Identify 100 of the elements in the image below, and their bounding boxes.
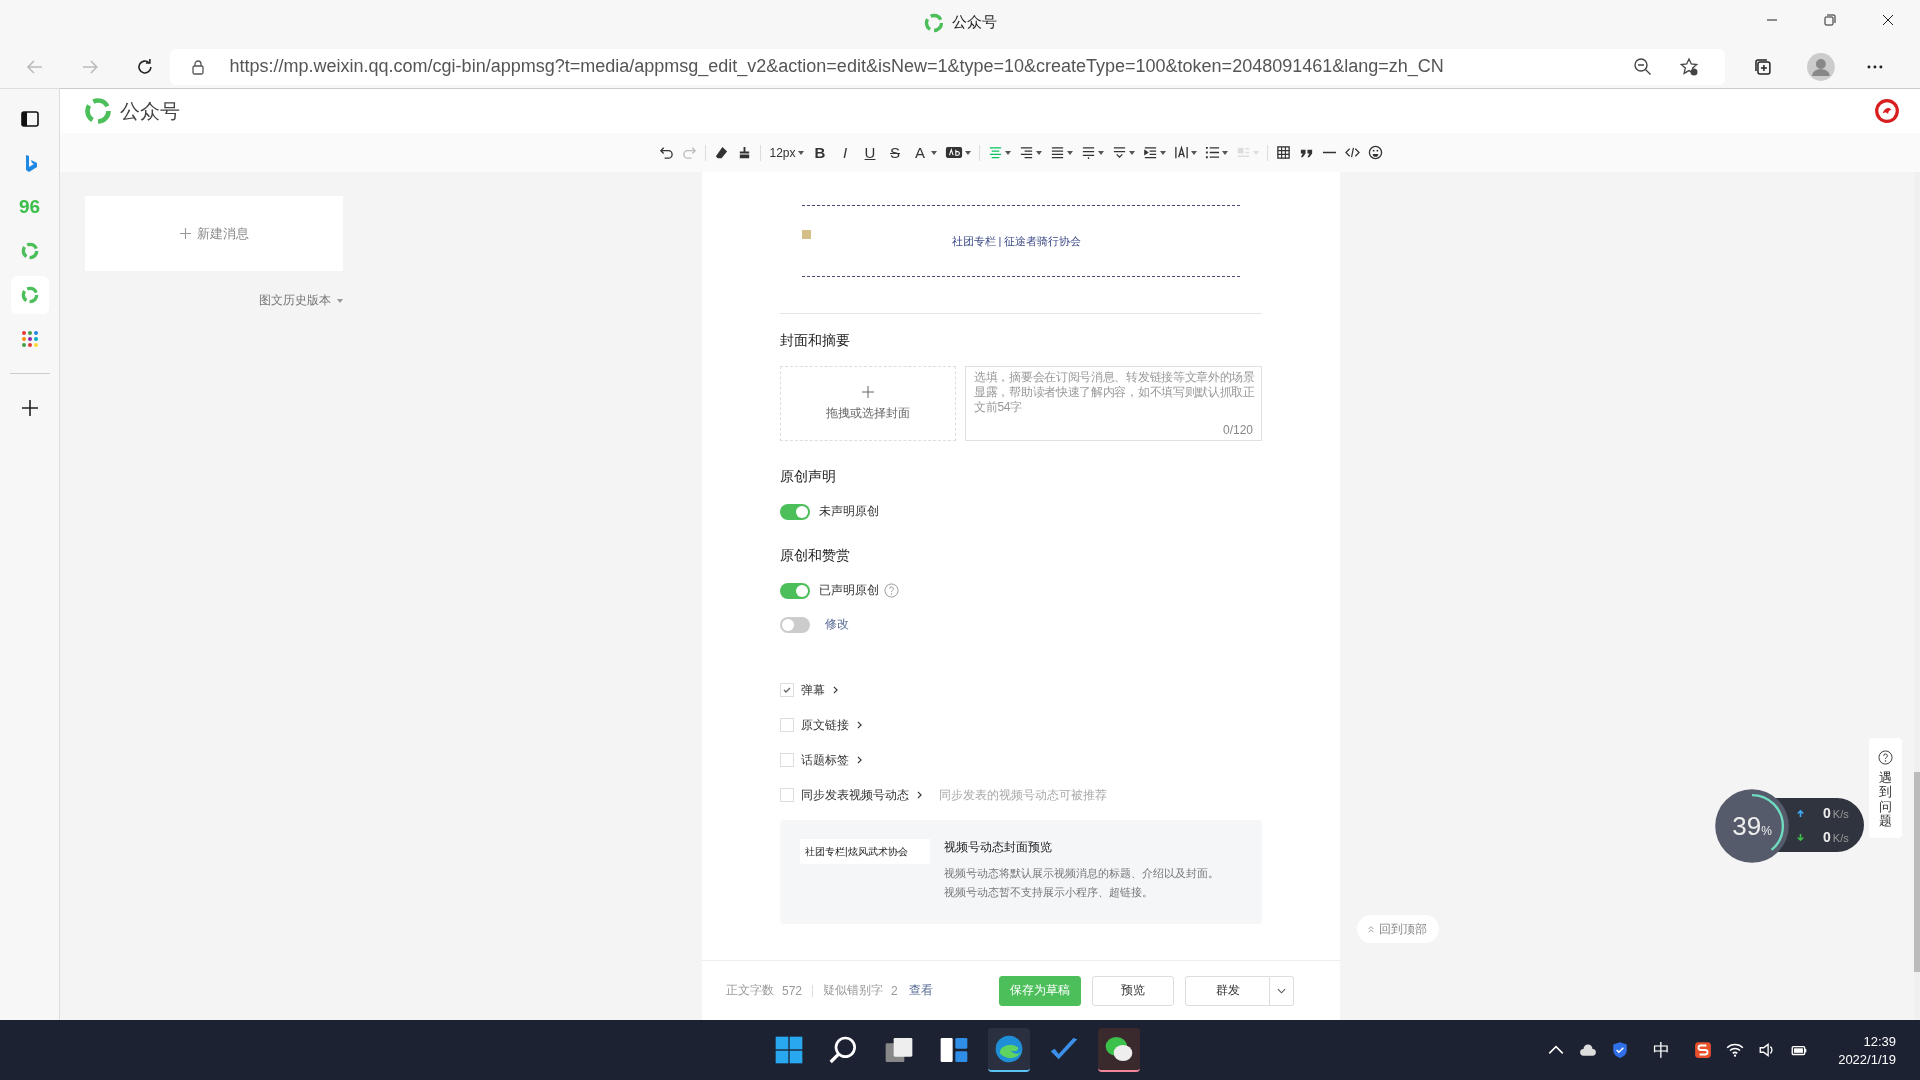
upload-hint: 拖拽或选择封面	[826, 404, 910, 422]
section-title: 原创声明	[780, 468, 837, 486]
restore-icon[interactable]	[1824, 14, 1836, 26]
letter-spacing-icon[interactable]	[1173, 145, 1189, 160]
upload-arrow-icon	[1796, 809, 1805, 818]
checkbox[interactable]	[780, 718, 794, 732]
caret-icon[interactable]	[797, 149, 804, 156]
font-color-button[interactable]: A	[911, 144, 929, 161]
toggle-switch[interactable]	[780, 616, 810, 633]
wifi-icon[interactable]	[1726, 1041, 1745, 1059]
caret-icon[interactable]	[1097, 149, 1104, 156]
checkbox[interactable]	[780, 683, 794, 697]
caret-icon[interactable]	[1004, 149, 1011, 156]
section-title: 封面和摘要	[780, 332, 851, 350]
add-icon[interactable]	[19, 398, 40, 418]
caret-icon[interactable]	[1159, 149, 1166, 156]
highlight-icon[interactable]	[944, 145, 963, 160]
caret-icon	[1277, 987, 1286, 994]
close-icon[interactable]	[1882, 14, 1894, 26]
preview-button[interactable]: 预览	[1092, 975, 1174, 1006]
option-label[interactable]: 原文链接	[801, 716, 849, 734]
browser-icon[interactable]	[993, 1033, 1025, 1065]
code-icon[interactable]	[1344, 145, 1360, 160]
clock-date[interactable]: 2022/1/19	[1838, 1051, 1896, 1067]
plus-icon	[862, 385, 874, 398]
publish-button[interactable]: 群发	[1185, 975, 1270, 1006]
toggle-switch[interactable]	[780, 503, 810, 520]
font-size-select[interactable]: 12px	[769, 145, 796, 160]
caret-icon[interactable]	[1128, 149, 1135, 156]
paragraph-spacing-icon[interactable]	[1111, 145, 1127, 160]
clock-time[interactable]: 12:39	[1863, 1033, 1896, 1049]
account-avatar-icon[interactable]	[1874, 98, 1900, 124]
caret-icon[interactable]	[1035, 149, 1042, 156]
checkbox[interactable]	[780, 753, 794, 767]
thumbnail-title: 社团专栏|炫风武术协会	[800, 839, 930, 864]
chevron-right-icon[interactable]	[917, 791, 922, 799]
apps-grid-icon[interactable]	[19, 329, 40, 349]
caret-icon[interactable]	[964, 149, 971, 156]
download-arrow-icon	[1796, 833, 1805, 842]
caret-icon[interactable]	[1190, 149, 1197, 156]
upload-rate: 0	[1823, 805, 1831, 821]
summary-field[interactable]: 选填，摘要会在订阅号消息、转发链接等文章外的场景显露，帮助读者快速了解内容，如不填写则默认抓取正文前54字 0/120	[965, 366, 1262, 441]
underline-button[interactable]: U	[861, 144, 879, 161]
double-chevron-up-icon	[1367, 925, 1375, 933]
chevron-right-icon[interactable]	[857, 721, 862, 729]
new-message-card[interactable]: 新建消息	[85, 196, 343, 271]
table-icon[interactable]	[1275, 145, 1291, 160]
checkbox[interactable]	[780, 788, 794, 802]
scrollbar-thumb[interactable]	[1914, 772, 1920, 972]
plus-icon	[179, 228, 191, 239]
collections-icon[interactable]	[1752, 56, 1773, 77]
chevron-right-icon[interactable]	[857, 756, 862, 764]
address-bar[interactable]: https://mp.weixin.qq.com/cgi-bin/appmsg?t=media/appmsg_edit_v2&action=edit&isNew=1&type=10&createType=100&token=2048091461&lang=zh_CN	[169, 48, 1725, 85]
download-rate: 0	[1823, 829, 1831, 845]
caret-icon[interactable]	[1066, 149, 1073, 156]
help-widget[interactable]: 遇到问题	[1869, 738, 1902, 839]
align-right-icon[interactable]	[1018, 145, 1034, 160]
profile-avatar-icon[interactable]	[1807, 52, 1836, 81]
option-label[interactable]: 弹幕	[801, 681, 825, 699]
shield-icon[interactable]	[1611, 1041, 1630, 1059]
emoji-icon[interactable]	[1367, 145, 1383, 160]
history-versions-link[interactable]: 图文历史版本	[259, 292, 331, 309]
preview-description: 视频号动态暂不支持展示小程序、超链接。	[944, 885, 1154, 900]
brand-logo-icon	[84, 97, 112, 125]
start-icon[interactable]	[773, 1034, 805, 1066]
strikethrough-button[interactable]: S	[886, 144, 904, 161]
favorite-icon[interactable]	[1678, 56, 1699, 77]
option-label[interactable]: 话题标签	[801, 751, 849, 769]
line-spacing-icon[interactable]	[1080, 145, 1096, 160]
chevron-right-icon[interactable]	[833, 686, 838, 694]
caret-icon[interactable]	[1221, 149, 1228, 156]
toggle-switch[interactable]	[780, 582, 810, 599]
italic-button[interactable]: I	[836, 144, 854, 161]
undo-icon[interactable]	[659, 145, 675, 160]
cover-upload-area[interactable]: 拖拽或选择封面	[780, 366, 956, 441]
zoom-out-icon[interactable]	[1632, 56, 1653, 77]
word-count-label: 正文字数	[726, 982, 774, 999]
toggle-label: 未声明原创	[819, 503, 879, 520]
input-method-icon[interactable]	[1694, 1041, 1713, 1059]
character-counter: 0/120	[1222, 423, 1253, 437]
back-to-top-button[interactable]: 回到顶部	[1357, 915, 1439, 943]
caret-icon[interactable]	[930, 149, 937, 156]
preview-description: 视频号动态将默认展示视频消息的标题、介绍以及封面。	[944, 866, 1220, 881]
article-list-item: 社团专栏 | 征途者骑行协会	[950, 233, 1083, 249]
option-label[interactable]: 同步发表视频号动态	[801, 786, 909, 804]
eraser-icon[interactable]	[714, 145, 730, 160]
toggle-label: 已声明原创	[819, 582, 879, 599]
input-method-indicator[interactable]: 中	[1653, 1038, 1671, 1062]
tabs-icon[interactable]	[19, 109, 40, 129]
bullet-square	[802, 229, 811, 239]
cloud-icon[interactable]	[1579, 1041, 1598, 1059]
bold-button[interactable]: B	[811, 144, 829, 161]
list-icon[interactable]	[1204, 145, 1220, 160]
edit-link[interactable]: 修改	[825, 616, 849, 633]
indent-icon[interactable]	[1142, 145, 1158, 160]
app-logo-icon	[923, 12, 944, 33]
word-count: 572	[782, 983, 803, 998]
align-justify-icon[interactable]	[1049, 145, 1065, 160]
view-typos-link[interactable]: 查看	[908, 982, 933, 999]
typo-count: 2	[891, 983, 898, 998]
